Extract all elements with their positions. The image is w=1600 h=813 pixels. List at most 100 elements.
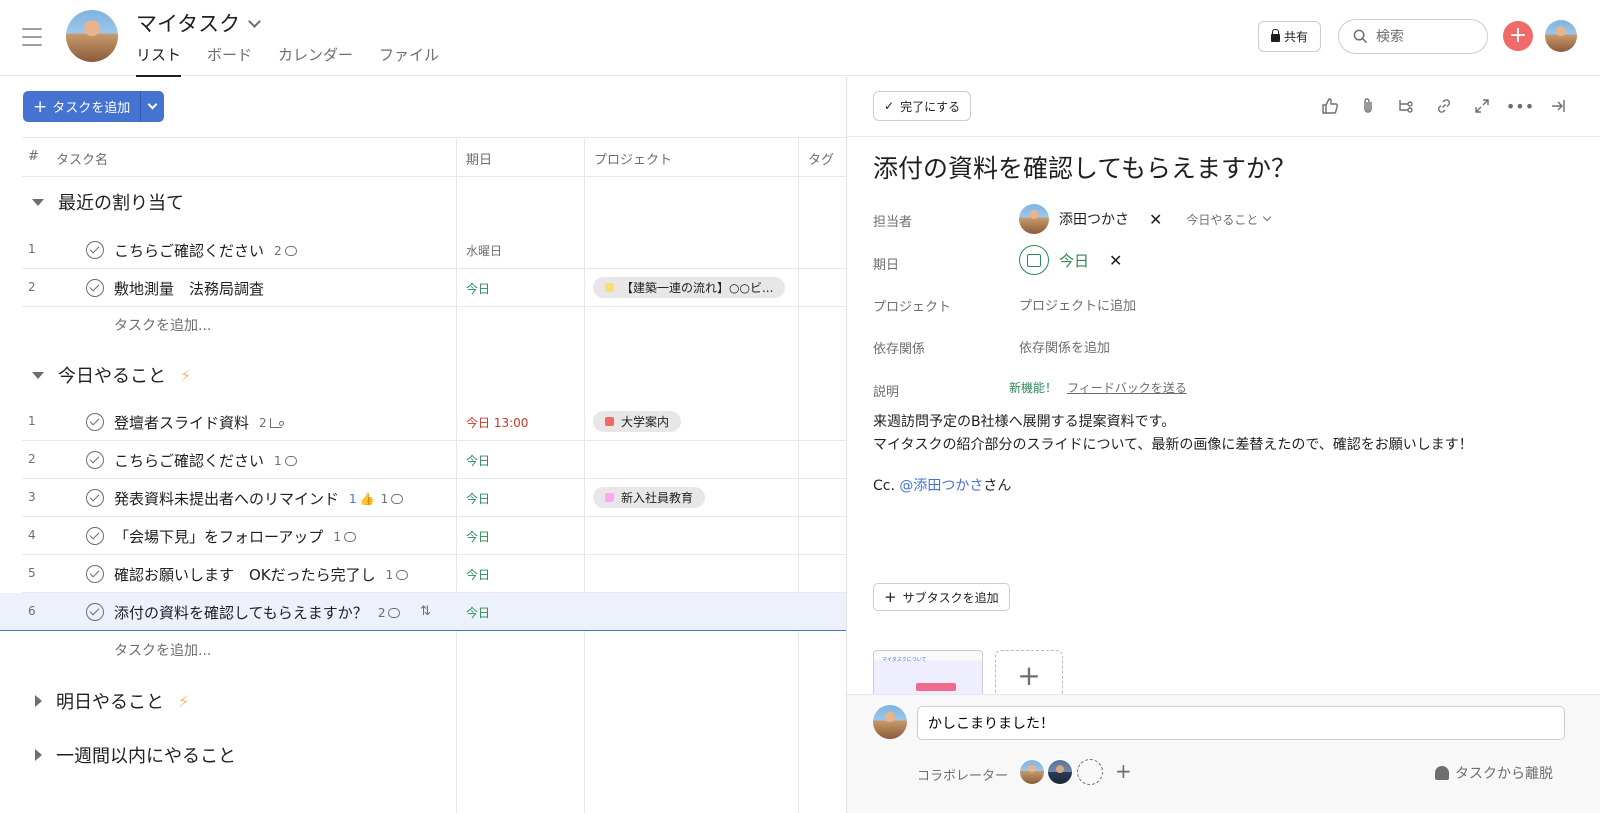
subtask-icon[interactable]: [1395, 95, 1417, 117]
more-icon[interactable]: •••: [1506, 95, 1534, 117]
remove-due-icon[interactable]: ✕: [1109, 251, 1122, 270]
task-row[interactable]: 3 発表資料未提出者へのリマインド 1 👍 1 今日 新入社員教育: [22, 479, 846, 517]
add-task-button-group: + タスクを追加: [23, 91, 165, 122]
assignee-field[interactable]: 添田つかさ ✕ 今日やること: [1019, 204, 1272, 234]
task-row[interactable]: 5 確認お願いします OKだったら完了し 1 今日: [22, 555, 846, 593]
complete-check-icon[interactable]: [86, 451, 104, 469]
project-pill[interactable]: 大学案内: [593, 411, 682, 432]
task-name: 敷地測量 法務局調査: [114, 280, 265, 298]
user-avatar[interactable]: [1545, 20, 1577, 52]
column-header-tag[interactable]: タグ: [808, 149, 834, 168]
due-date[interactable]: 今日: [466, 490, 490, 507]
task-row-selected[interactable]: 6 添付の資料を確認してもらえますか？ 2 ⇅ 今日: [0, 593, 846, 631]
chevron-down-icon: [1263, 212, 1272, 222]
add-project-field[interactable]: プロジェクトに追加: [1019, 295, 1136, 314]
complete-check-icon[interactable]: [86, 489, 104, 507]
due-date[interactable]: 今日: [466, 280, 490, 297]
due-date[interactable]: 今日: [466, 604, 490, 621]
collaborator-avatar[interactable]: [1019, 759, 1045, 785]
row-number: 4: [28, 528, 36, 542]
comment-count: 2: [378, 606, 401, 620]
tab-board[interactable]: ボード: [207, 44, 252, 77]
remove-assignee-icon[interactable]: ✕: [1149, 210, 1162, 229]
comment-count-value: 1: [274, 453, 282, 468]
expand-icon[interactable]: [1471, 95, 1493, 117]
add-subtask-button[interactable]: + サブタスクを追加: [873, 583, 1010, 611]
task-row[interactable]: 4 「会場下見」をフォローアップ 1 今日: [22, 517, 846, 555]
quick-add-button[interactable]: +: [1503, 21, 1533, 51]
add-collaborator-person-icon[interactable]: [1077, 759, 1103, 785]
comment-icon: [284, 455, 297, 466]
add-task-inline[interactable]: タスクを追加...: [114, 315, 211, 335]
task-title[interactable]: 添付の資料を確認してもらえますか？: [873, 149, 1296, 185]
task-row[interactable]: 2 敷地測量 法務局調査 今日 【建築一連の流れ】○○ビ...: [22, 269, 846, 307]
tab-files[interactable]: ファイル: [379, 44, 439, 77]
complete-check-icon[interactable]: [86, 603, 104, 621]
comment-count-value: 1: [380, 491, 389, 506]
add-dependency-field[interactable]: 依存関係を追加: [1019, 337, 1110, 356]
complete-check-icon[interactable]: [86, 241, 104, 259]
attachment-thumbnail[interactable]: マイタスクについて: [873, 650, 983, 700]
section-header-recent[interactable]: 最近の割り当て: [22, 182, 184, 222]
project-pill[interactable]: 新入社員教育: [593, 487, 706, 508]
collapse-triangle-icon[interactable]: [32, 371, 44, 379]
project-color-dot: [605, 493, 614, 502]
collapse-triangle-icon[interactable]: [32, 198, 44, 206]
due-date[interactable]: 今日: [466, 452, 490, 469]
add-task-inline[interactable]: タスクを追加...: [114, 640, 211, 660]
due-date[interactable]: 今日: [466, 566, 490, 583]
mark-complete-button[interactable]: ✓ 完了にする: [873, 91, 972, 121]
chevron-down-icon[interactable]: [248, 14, 262, 28]
comment-count-value: 2: [274, 243, 282, 258]
search-input[interactable]: [1376, 28, 1476, 45]
due-date[interactable]: 今日: [466, 528, 490, 545]
attachment-icon[interactable]: [1357, 95, 1379, 117]
section-header-tomorrow[interactable]: 明日やること ⚡: [22, 681, 189, 721]
assignee-section-dropdown[interactable]: 今日やること: [1186, 211, 1272, 228]
leave-task-button[interactable]: タスクから離脱: [1435, 763, 1553, 783]
view-tabs: リスト ボード カレンダー ファイル: [136, 44, 439, 77]
tab-calendar[interactable]: カレンダー: [278, 44, 353, 77]
due-field[interactable]: 今日 ✕: [1019, 245, 1122, 275]
tab-list[interactable]: リスト: [136, 44, 182, 77]
mention-link[interactable]: @添田つかさ: [899, 478, 983, 494]
description-text[interactable]: 来週訪問予定のB社様へ展開する提案資料です。 マイタスクの紹介部分のスライドにつ…: [873, 411, 1473, 498]
collaborator-avatar[interactable]: [1047, 759, 1073, 785]
thumbs-up-icon[interactable]: [1319, 95, 1341, 117]
feedback-link[interactable]: フィードバックを送る: [1067, 379, 1187, 396]
comment-input[interactable]: [917, 706, 1565, 740]
comment-icon: [284, 245, 297, 256]
complete-check-icon[interactable]: [86, 279, 104, 297]
complete-check-icon[interactable]: [86, 565, 104, 583]
task-detail-pane: ✓ 完了にする ••• 添付の資料を確認してもらえますか？ 担当者 添田つかさ …: [846, 77, 1600, 813]
column-header-project[interactable]: プロジェクト: [594, 149, 672, 168]
expand-triangle-icon[interactable]: [35, 695, 42, 707]
due-date[interactable]: 水曜日: [466, 242, 502, 259]
close-pane-icon[interactable]: [1547, 95, 1569, 117]
add-attachment-button[interactable]: +: [995, 650, 1063, 700]
complete-check-icon[interactable]: [86, 413, 104, 431]
complete-check-icon[interactable]: [86, 527, 104, 545]
column-header-task-name[interactable]: タスク名: [56, 149, 108, 168]
task-row[interactable]: 1 こちらご確認ください 2 水曜日: [22, 231, 846, 269]
task-row[interactable]: 2 こちらご確認ください 1 今日: [22, 441, 846, 479]
lock-icon: [1270, 29, 1280, 42]
task-list-pane: + タスクを追加 # タスク名 期日 プロジェクト タグ 最近の割り当て 1 こち…: [0, 77, 846, 813]
section-header-week[interactable]: 一週間以内にやること: [22, 735, 236, 775]
project-pill[interactable]: 【建築一連の流れ】○○ビ...: [593, 277, 786, 298]
add-task-dropdown[interactable]: [140, 91, 165, 122]
drag-sort-icon[interactable]: ⇅: [420, 604, 431, 619]
check-icon: ✓: [884, 99, 895, 113]
column-header-due[interactable]: 期日: [466, 149, 492, 168]
comment-area: コラボレーター + タスクから離脱: [847, 694, 1600, 813]
add-collaborator-plus-icon[interactable]: +: [1115, 759, 1132, 783]
project-title[interactable]: マイタスク: [136, 8, 262, 38]
add-task-button[interactable]: + タスクを追加: [23, 91, 141, 122]
due-date[interactable]: 今日 13:00: [466, 414, 528, 431]
share-button[interactable]: 共有: [1258, 21, 1321, 52]
link-icon[interactable]: [1433, 95, 1455, 117]
task-row[interactable]: 1 登壇者スライド資料 2 今日 13:00 大学案内: [22, 403, 846, 441]
section-header-today[interactable]: 今日やること ⚡: [22, 355, 191, 395]
expand-triangle-icon[interactable]: [35, 749, 42, 761]
menu-icon[interactable]: [22, 28, 42, 46]
